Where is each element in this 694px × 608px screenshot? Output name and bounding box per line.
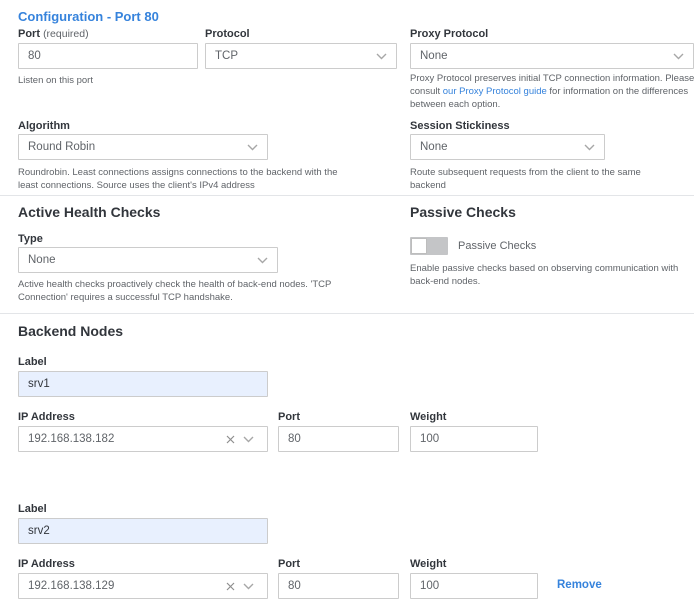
toggle-knob — [411, 238, 427, 254]
node-label-input[interactable] — [18, 518, 268, 544]
node-weight-label: Weight — [410, 411, 446, 423]
protocol-select-value: TCP — [215, 50, 238, 62]
protocol-label: Protocol — [205, 28, 250, 40]
active-health-checks-heading: Active Health Checks — [18, 204, 160, 220]
node-ip-combobox[interactable]: 192.168.138.129 — [18, 573, 268, 599]
chevron-down-icon — [673, 53, 684, 60]
node-row — [18, 371, 268, 397]
node-port-input[interactable] — [278, 573, 399, 599]
node-port-label: Port — [278, 558, 300, 570]
algorithm-select[interactable]: Round Robin — [18, 134, 268, 160]
section-divider — [0, 195, 694, 196]
active-health-checks-helper-text: Active health checks proactively check t… — [18, 278, 340, 304]
node-label-label: Label — [18, 503, 47, 515]
node-ip-label: IP Address — [18, 411, 75, 423]
port-label: Port (required) — [18, 28, 89, 40]
node-port-input[interactable] — [278, 426, 399, 452]
algorithm-select-value: Round Robin — [28, 141, 95, 153]
node-ip-value: 192.168.138.182 — [28, 433, 222, 445]
passive-checks-toggle-label: Passive Checks — [458, 240, 536, 252]
chevron-down-icon — [257, 257, 268, 264]
chevron-down-icon — [584, 144, 595, 151]
proxy-protocol-helper-text: Proxy Protocol preserves initial TCP con… — [410, 72, 694, 111]
algorithm-helper-text: Roundrobin. Least connections assigns co… — [18, 166, 356, 192]
node-weight-input[interactable] — [410, 573, 538, 599]
remove-node-button[interactable]: Remove — [557, 579, 602, 591]
passive-checks-heading: Passive Checks — [410, 204, 516, 220]
passive-checks-toggle[interactable] — [410, 237, 448, 255]
backend-nodes-heading: Backend Nodes — [18, 323, 123, 339]
port-helper-text: Listen on this port — [18, 74, 93, 87]
node-weight-input[interactable] — [410, 426, 538, 452]
node-label-label: Label — [18, 356, 47, 368]
chevron-down-icon[interactable] — [239, 436, 258, 443]
chevron-down-icon[interactable] — [239, 583, 258, 590]
health-check-type-label: Type — [18, 233, 43, 245]
chevron-down-icon — [247, 144, 258, 151]
proxy-protocol-guide-link[interactable]: our Proxy Protocol guide — [443, 86, 547, 97]
port-required-note: (required) — [43, 28, 89, 40]
session-stickiness-select[interactable]: None — [410, 134, 605, 160]
session-stickiness-label: Session Stickiness — [410, 120, 510, 132]
port-input[interactable] — [18, 43, 198, 69]
algorithm-label: Algorithm — [18, 120, 70, 132]
clear-x-icon[interactable] — [222, 582, 239, 591]
proxy-protocol-label: Proxy Protocol — [410, 28, 488, 40]
section-divider — [0, 313, 694, 314]
passive-checks-helper-text: Enable passive checks based on observing… — [410, 262, 690, 288]
node-row — [18, 518, 268, 544]
health-check-type-select[interactable]: None — [18, 247, 278, 273]
protocol-select[interactable]: TCP — [205, 43, 397, 69]
node-ip-combobox[interactable]: 192.168.138.182 — [18, 426, 268, 452]
node-weight-label: Weight — [410, 558, 446, 570]
health-check-type-select-value: None — [28, 254, 56, 266]
node-port-label: Port — [278, 411, 300, 423]
node-label-input[interactable] — [18, 371, 268, 397]
session-stickiness-select-value: None — [420, 141, 448, 153]
nodebalancer-config-panel: Configuration - Port 80 Port (required) … — [0, 0, 694, 608]
proxy-protocol-select-value: None — [420, 50, 448, 62]
config-panel-title: Configuration - Port 80 — [18, 9, 159, 24]
proxy-protocol-select[interactable]: None — [410, 43, 694, 69]
node-ip-label: IP Address — [18, 558, 75, 570]
clear-x-icon[interactable] — [222, 435, 239, 444]
node-ip-value: 192.168.138.129 — [28, 580, 222, 592]
session-stickiness-helper-text: Route subsequent requests from the clien… — [410, 166, 662, 192]
chevron-down-icon — [376, 53, 387, 60]
